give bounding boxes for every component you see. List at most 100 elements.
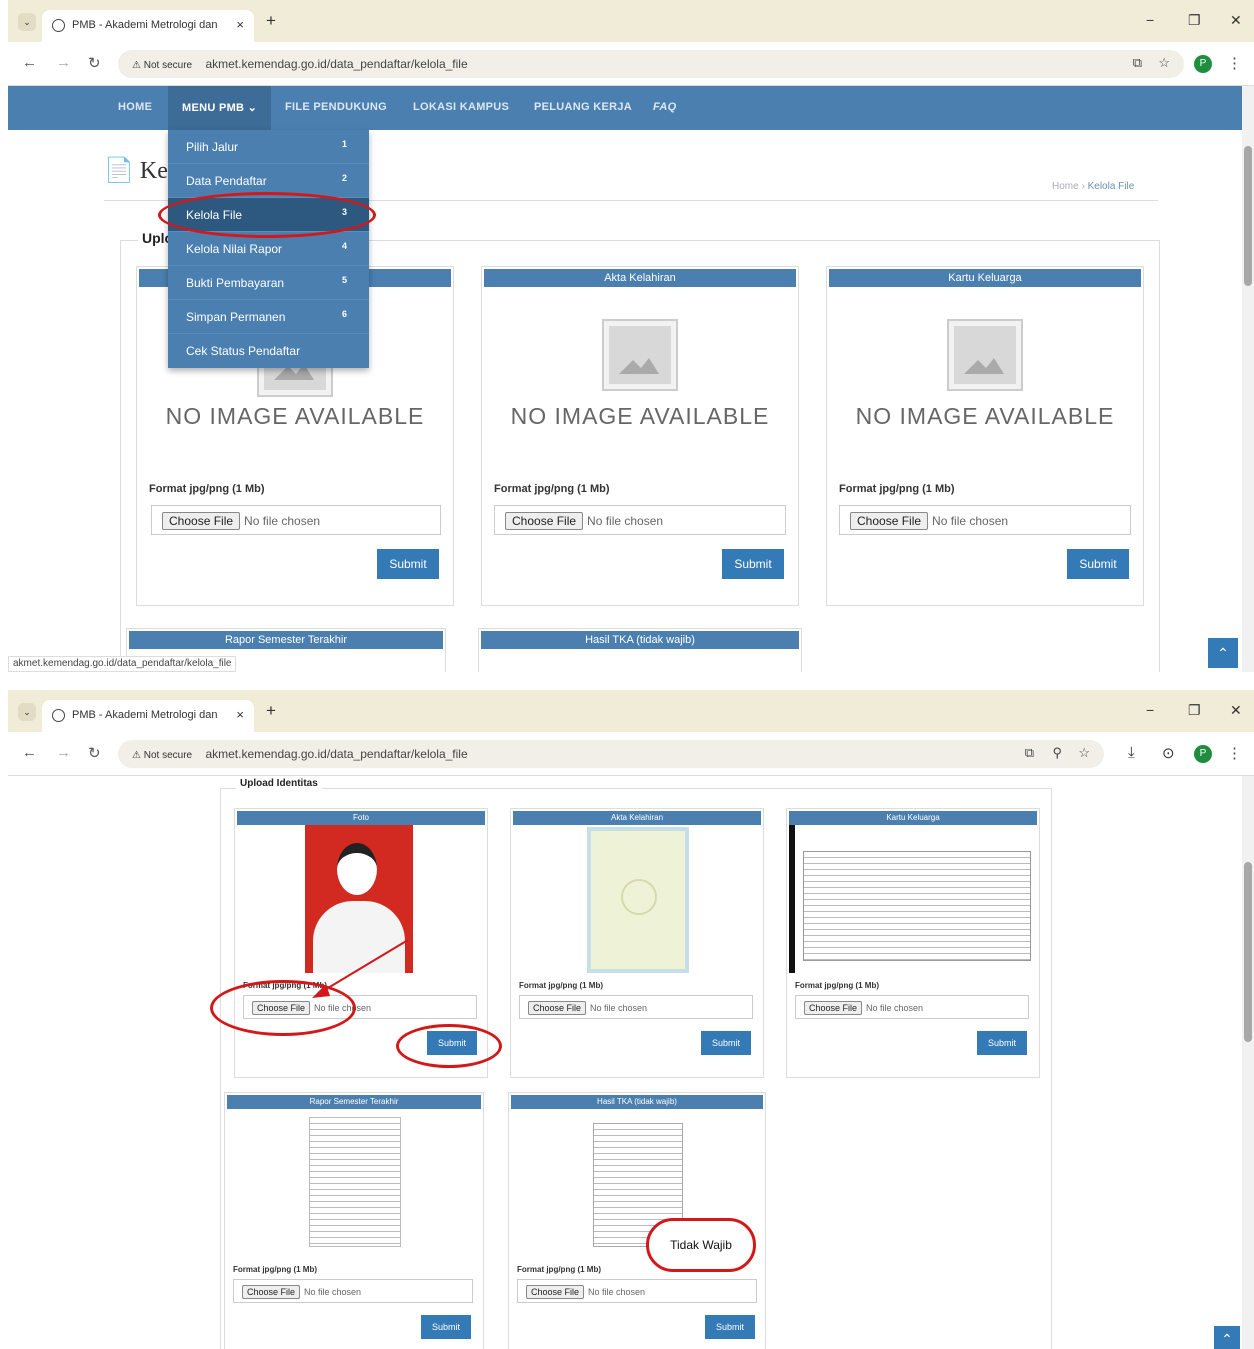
browser-tab[interactable]: PMB - Akademi Metrologi dan × (42, 10, 254, 42)
status-bar-url: akmet.kemendag.go.id/data_pendaftar/kelo… (8, 656, 237, 672)
submit-button[interactable]: Submit (377, 549, 439, 579)
dropdown-item-bukti-pembayaran[interactable]: Bukti Pembayaran 5 (168, 266, 369, 300)
url-text: akmet.kemendag.go.id/data_pendaftar/kelo… (205, 57, 468, 71)
nav-file-pendukung[interactable]: FILE PENDUKUNG (285, 101, 387, 113)
new-tab-button[interactable]: + (266, 701, 276, 721)
highlight-submit (396, 1024, 502, 1068)
highlight-kelola-file (158, 192, 376, 238)
breadcrumb-home[interactable]: Home (1052, 181, 1079, 192)
bookmark-star-icon[interactable]: ☆ (1158, 55, 1170, 71)
scroll-top-button[interactable]: ⌃ (1214, 1326, 1240, 1349)
tab-search-button[interactable]: ⌄ (18, 13, 36, 31)
restore-button[interactable]: ❐ (1188, 702, 1201, 719)
choose-file-button[interactable]: Choose File (804, 1001, 863, 1015)
menu-kebab-icon[interactable]: ⋮ (1227, 54, 1242, 72)
translate-icon[interactable]: ⧉ (1133, 55, 1142, 71)
upload-card-kk: Kartu Keluarga NO IMAGE AVAILABLE Format… (826, 266, 1144, 606)
choose-file-button[interactable]: Choose File (526, 1285, 585, 1299)
choose-file-button[interactable]: Choose File (528, 1001, 587, 1015)
scrollbar-thumb[interactable] (1244, 146, 1252, 286)
browser-tab-bar: ⌄ PMB - Akademi Metrologi dan × + − ❐ ✕ (8, 690, 1254, 732)
profile-avatar[interactable]: P (1194, 55, 1212, 73)
format-label: Format jpg/png (1 Mb) (795, 981, 879, 990)
no-image-text: NO IMAGE AVAILABLE (510, 403, 770, 429)
back-arrow-icon[interactable]: ← (22, 744, 37, 761)
forward-arrow-icon[interactable]: → (56, 744, 71, 761)
new-tab-button[interactable]: + (266, 11, 276, 31)
reload-icon[interactable]: ↻ (88, 744, 101, 762)
scrollbar-thumb[interactable] (1244, 862, 1252, 1042)
page-title: 📄 Kel (104, 158, 175, 184)
url-text: akmet.kemendag.go.id/data_pendaftar/kelo… (205, 747, 468, 761)
tab-close-icon[interactable]: × (236, 707, 244, 722)
file-input[interactable]: Choose File No file chosen (494, 505, 786, 535)
address-bar[interactable]: ⚠ Not secure akmet.kemendag.go.id/data_p… (118, 740, 1104, 768)
format-label: Format jpg/png (1 Mb) (494, 483, 610, 495)
card-header: Foto (237, 811, 485, 825)
minimize-button[interactable]: − (1146, 702, 1154, 718)
choose-file-button[interactable]: Choose File (162, 512, 241, 530)
submit-button[interactable]: Submit (722, 549, 784, 579)
reload-icon[interactable]: ↻ (88, 54, 101, 72)
nav-menu-pmb[interactable]: MENU PMB ⌄ (168, 86, 272, 130)
choose-file-button[interactable]: Choose File (242, 1285, 301, 1299)
upload-card-kk: Kartu Keluarga Format jpg/png (1 Mb) Cho… (786, 808, 1040, 1078)
dropdown-item-simpan-permanen[interactable]: Simpan Permanen 6 (168, 300, 369, 334)
zoom-icon[interactable]: ⚲ (1052, 745, 1062, 761)
submit-button[interactable]: Submit (1067, 549, 1129, 579)
download-icon[interactable]: ⤓ (1128, 744, 1135, 761)
file-input[interactable]: Choose File No file chosen (517, 1279, 757, 1303)
annotation-arrow-icon (312, 939, 409, 998)
nav-home[interactable]: HOME (118, 101, 152, 113)
translate-icon[interactable]: ⧉ (1025, 745, 1034, 761)
extensions-icon[interactable]: ⊙ (1162, 744, 1175, 762)
window-close-button[interactable]: ✕ (1230, 12, 1242, 29)
card-header: Hasil TKA (tidak wajib) (511, 1095, 763, 1109)
dropdown-item-pilih-jalur[interactable]: Pilih Jalur 1 (168, 130, 369, 164)
file-input[interactable]: Choose File No file chosen (233, 1279, 473, 1303)
restore-button[interactable]: ❐ (1188, 12, 1201, 29)
rapor-preview-image (309, 1117, 401, 1247)
scrollbar[interactable] (1242, 86, 1254, 672)
file-input[interactable]: Choose File No file chosen (839, 505, 1131, 535)
file-input[interactable]: Choose File No file chosen (795, 995, 1029, 1019)
submit-button[interactable]: Submit (421, 1315, 471, 1339)
profile-avatar[interactable]: P (1194, 745, 1212, 763)
nav-peluang-kerja[interactable]: PELUANG KERJA (534, 101, 632, 113)
tab-title: PMB - Akademi Metrologi dan (72, 709, 218, 721)
submit-button[interactable]: Submit (701, 1031, 751, 1055)
card-header: Rapor Semester Terakhir (129, 631, 443, 649)
address-bar[interactable]: ⚠ Not secure akmet.kemendag.go.id/data_p… (118, 50, 1184, 78)
card-header: Hasil TKA (tidak wajib) (481, 631, 799, 649)
screenshot-top: ⌄ PMB - Akademi Metrologi dan × + − ❐ ✕ … (8, 0, 1254, 672)
not-secure-label[interactable]: ⚠ Not secure (132, 60, 192, 71)
no-image-text: NO IMAGE AVAILABLE (855, 403, 1115, 429)
nav-lokasi-kampus[interactable]: LOKASI KAMPUS (413, 101, 509, 113)
minimize-button[interactable]: − (1146, 12, 1154, 28)
not-secure-label[interactable]: ⚠ Not secure (132, 750, 192, 761)
file-input[interactable]: Choose File No file chosen (151, 505, 441, 535)
bookmark-star-icon[interactable]: ☆ (1078, 745, 1090, 761)
menu-kebab-icon[interactable]: ⋮ (1227, 744, 1242, 762)
breadcrumb: Home › Kelola File (1052, 181, 1135, 192)
browser-tab[interactable]: PMB - Akademi Metrologi dan × (42, 700, 254, 732)
card-header: Rapor Semester Terakhir (227, 1095, 481, 1109)
submit-button[interactable]: Submit (977, 1031, 1027, 1055)
forward-arrow-icon[interactable]: → (56, 54, 71, 71)
nav-faq[interactable]: FAQ (653, 101, 677, 113)
scroll-top-button[interactable]: ⌃ (1208, 638, 1238, 668)
tab-close-icon[interactable]: × (236, 17, 244, 32)
dropdown-item-cek-status[interactable]: Cek Status Pendaftar (168, 334, 369, 368)
back-arrow-icon[interactable]: ← (22, 54, 37, 71)
akta-preview-image (587, 827, 689, 973)
submit-button[interactable]: Submit (705, 1315, 755, 1339)
kk-preview-image (789, 825, 1037, 973)
screenshot-bottom: ⌄ PMB - Akademi Metrologi dan × + − ❐ ✕ … (8, 690, 1254, 1349)
choose-file-button[interactable]: Choose File (505, 512, 584, 530)
no-image-text: NO IMAGE AVAILABLE (165, 403, 425, 429)
choose-file-button[interactable]: Choose File (850, 512, 929, 530)
file-input[interactable]: Choose File No file chosen (519, 995, 753, 1019)
tab-search-button[interactable]: ⌄ (18, 703, 36, 721)
scrollbar[interactable] (1242, 776, 1254, 1349)
window-close-button[interactable]: ✕ (1230, 702, 1242, 719)
